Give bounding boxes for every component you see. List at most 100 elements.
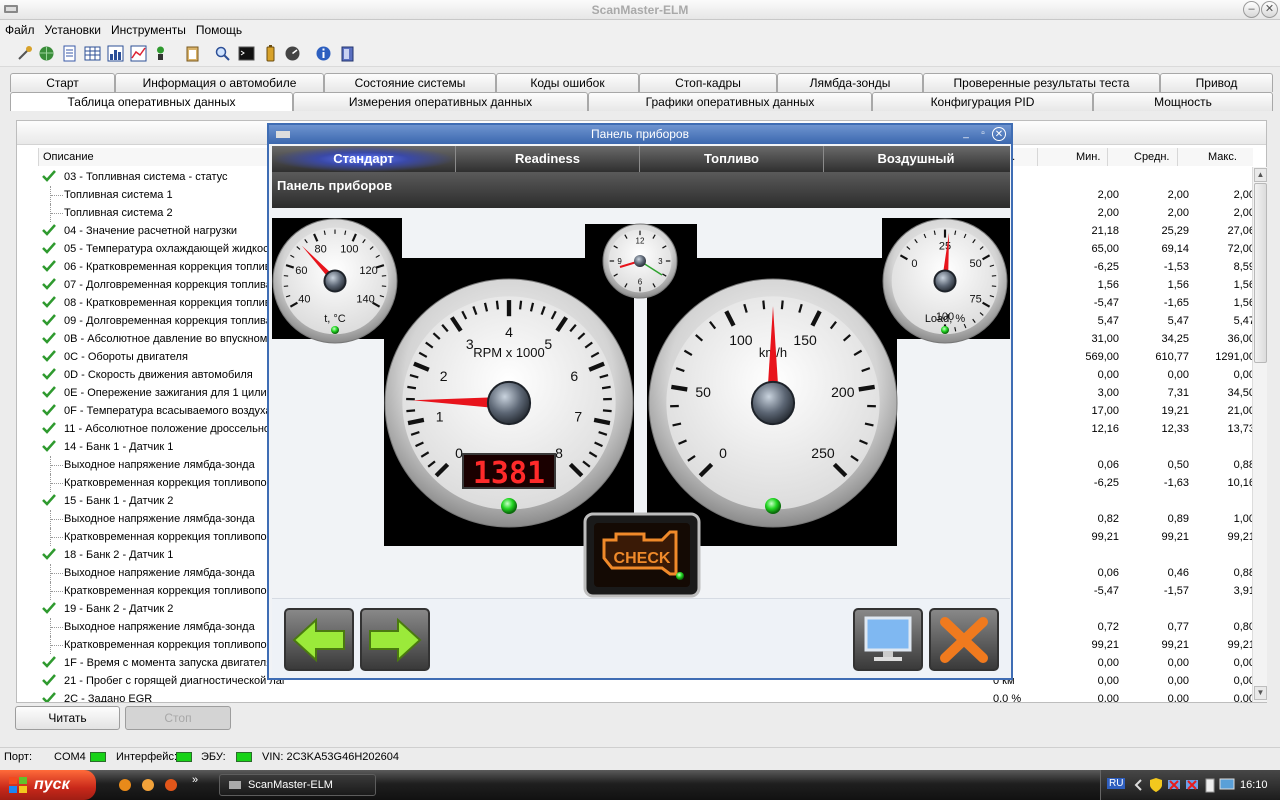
close-dashboard-button[interactable] bbox=[929, 608, 999, 671]
ecu-status-led bbox=[236, 752, 252, 762]
checkmark-icon bbox=[42, 368, 56, 380]
tab-live-data-graphs[interactable]: Графики оперативных данных bbox=[588, 92, 872, 111]
row-description: 04 - Значение расчетной нагрузки bbox=[64, 225, 238, 237]
minimize-button[interactable]: – bbox=[1243, 1, 1260, 18]
tab-start[interactable]: Старт bbox=[10, 73, 115, 92]
network-icon[interactable] bbox=[1185, 777, 1199, 793]
row-avg: 0,00 bbox=[1167, 369, 1189, 381]
row-max: 27,06 bbox=[1227, 225, 1253, 237]
menu-settings[interactable]: Установки bbox=[40, 20, 106, 37]
gauge-icon[interactable] bbox=[284, 45, 301, 62]
fullscreen-button[interactable] bbox=[853, 608, 923, 671]
display-tray-icon[interactable] bbox=[1219, 777, 1235, 793]
read-button[interactable]: Читать bbox=[15, 706, 120, 730]
quicklaunch-more-icon[interactable]: » bbox=[192, 774, 198, 786]
row-max: 2,00 bbox=[1233, 207, 1253, 219]
column-max[interactable]: Макс. bbox=[1177, 148, 1253, 166]
tab-standard[interactable]: Стандарт bbox=[272, 146, 456, 172]
next-button[interactable] bbox=[360, 608, 430, 671]
tab-trouble-codes[interactable]: Коды ошибок bbox=[496, 73, 639, 92]
graph-icon[interactable] bbox=[130, 45, 147, 62]
clipboard-icon[interactable] bbox=[184, 45, 201, 62]
tab-o2-sensors[interactable]: Лямбда-зонды bbox=[777, 73, 923, 92]
info-icon[interactable] bbox=[315, 45, 332, 62]
checkmark-icon bbox=[42, 350, 56, 362]
tree-connector bbox=[50, 456, 64, 474]
scanmaster-task-icon bbox=[229, 781, 241, 789]
tab-actuator[interactable]: Привод bbox=[1160, 73, 1273, 92]
tab-readiness[interactable]: Readiness bbox=[456, 146, 640, 172]
dashboard-gauges: 012345678RPM x 10001381050100150200250km… bbox=[272, 218, 1010, 598]
dialog-minimize-button[interactable]: _ bbox=[959, 127, 973, 141]
quicklaunch-browser-icon[interactable] bbox=[118, 778, 132, 792]
chart-icon[interactable] bbox=[107, 45, 124, 62]
start-button[interactable]: пуск bbox=[0, 770, 96, 800]
globe-icon[interactable] bbox=[38, 45, 55, 62]
row-min: 0,00 bbox=[1097, 693, 1119, 702]
network-disconnected-icon[interactable] bbox=[1167, 777, 1181, 793]
vertical-scrollbar[interactable]: ▲ ▼ bbox=[1252, 167, 1267, 702]
tree-connector bbox=[50, 636, 64, 654]
row-min: -5,47 bbox=[1093, 585, 1119, 597]
stop-button[interactable]: Стоп bbox=[125, 706, 231, 730]
speed-gauge-hub bbox=[750, 380, 796, 426]
tab-freeze-frames[interactable]: Стоп-кадры bbox=[639, 73, 777, 92]
column-avg[interactable]: Средн. bbox=[1107, 148, 1177, 166]
dashboard-dialog: Панель приборов _ ▫ ✕ Стандарт Readiness… bbox=[267, 123, 1013, 680]
table-icon[interactable] bbox=[84, 45, 101, 62]
dashboard-subtitle: Панель приборов bbox=[272, 172, 1010, 208]
load-gauge-hub bbox=[933, 269, 957, 293]
tray-arrow-icon[interactable] bbox=[1133, 778, 1145, 792]
taskbar-item-scanmaster[interactable]: ScanMaster-ELM bbox=[219, 774, 376, 796]
tab-live-data-meters[interactable]: Измерения оперативных данных bbox=[293, 92, 588, 111]
previous-button[interactable] bbox=[284, 608, 354, 671]
menu-help[interactable]: Помощь bbox=[191, 20, 247, 37]
temp-gauge-status-led bbox=[331, 326, 339, 334]
quicklaunch-firefox-icon[interactable] bbox=[164, 778, 178, 792]
row-min: 5,47 bbox=[1097, 315, 1119, 327]
row-avg: 0,00 bbox=[1167, 693, 1189, 702]
close-button[interactable]: ✕ bbox=[1261, 1, 1278, 18]
book-icon[interactable] bbox=[339, 45, 356, 62]
tab-live-data-table[interactable]: Таблица оперативных данных bbox=[10, 92, 293, 111]
battery-icon[interactable] bbox=[262, 45, 279, 62]
menu-file[interactable]: Файл bbox=[0, 20, 40, 37]
tab-air[interactable]: Воздушный bbox=[824, 146, 1008, 172]
tab-fuel[interactable]: Топливо bbox=[640, 146, 824, 172]
tab-vehicle-info[interactable]: Информация о автомобиле bbox=[115, 73, 324, 92]
scroll-thumb[interactable] bbox=[1254, 183, 1267, 363]
rpm-gauge-tick bbox=[593, 417, 611, 426]
row-description: Кратковременная коррекция топливопо bbox=[64, 477, 267, 489]
column-min[interactable]: Мин. bbox=[1037, 148, 1107, 166]
tab-pid-config[interactable]: Конфигурация PID bbox=[872, 92, 1093, 111]
tree-connector bbox=[50, 582, 64, 600]
load-gauge-tick-label: 25 bbox=[939, 241, 951, 253]
row-avg: 0,50 bbox=[1167, 459, 1189, 471]
dialog-close-button[interactable]: ✕ bbox=[992, 127, 1006, 141]
terminal-icon[interactable] bbox=[238, 45, 255, 62]
tab-power[interactable]: Мощность bbox=[1093, 92, 1273, 111]
document-icon[interactable] bbox=[61, 45, 78, 62]
dialog-maximize-button[interactable]: ▫ bbox=[976, 127, 990, 141]
battery-tray-icon[interactable] bbox=[1205, 777, 1215, 793]
quicklaunch-media-icon[interactable] bbox=[141, 778, 155, 792]
speed-gauge-tick-label: 0 bbox=[719, 445, 727, 461]
tab-system-status[interactable]: Состояние системы bbox=[324, 73, 496, 92]
scroll-up-icon[interactable]: ▲ bbox=[1254, 168, 1267, 182]
scroll-down-icon[interactable]: ▼ bbox=[1254, 686, 1267, 700]
row-min: 21,18 bbox=[1091, 225, 1119, 237]
row-avg: 69,14 bbox=[1161, 243, 1189, 255]
language-indicator[interactable]: RU bbox=[1107, 778, 1126, 789]
checkmark-icon bbox=[42, 440, 56, 452]
sensor-icon[interactable] bbox=[152, 45, 169, 62]
menu-tools[interactable]: Инструменты bbox=[106, 20, 191, 37]
table-row[interactable]: 2C - Задано EGR 0,0 % 0,00 0,00 0,00 bbox=[17, 690, 1253, 702]
search-icon[interactable] bbox=[214, 45, 231, 62]
row-description: 0C - Обороты двигателя bbox=[64, 351, 188, 363]
row-min: 0,82 bbox=[1097, 513, 1119, 525]
port-label: Порт: bbox=[4, 751, 32, 763]
window-title: ScanMaster-ELM bbox=[591, 3, 689, 17]
connect-icon[interactable] bbox=[16, 45, 33, 62]
tab-test-results[interactable]: Проверенные результаты теста bbox=[923, 73, 1160, 92]
security-shield-icon[interactable] bbox=[1149, 777, 1163, 793]
